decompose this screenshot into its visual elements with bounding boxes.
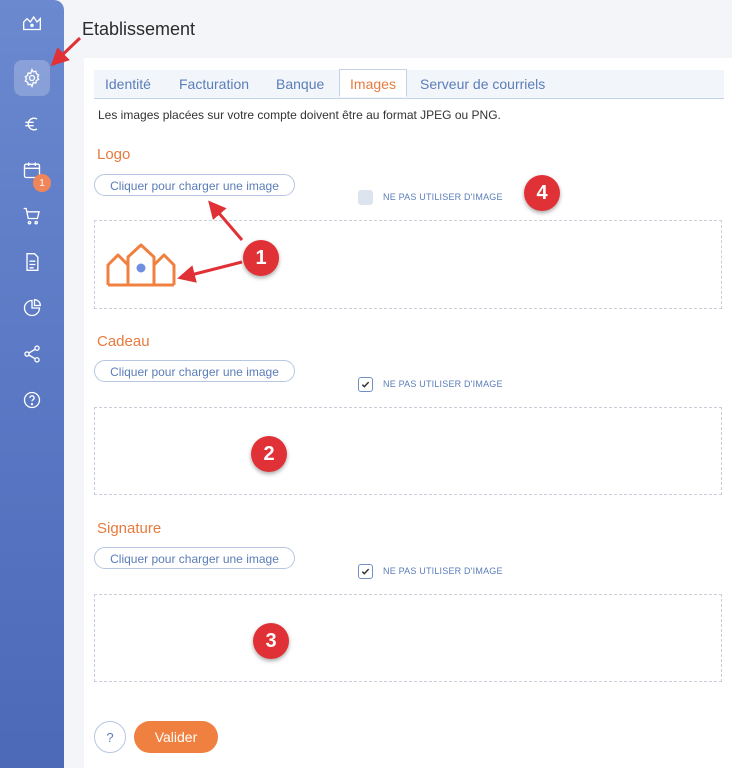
- logo-preview-icon: [106, 243, 176, 287]
- signature-dropzone[interactable]: [94, 594, 722, 682]
- logo-no-image-option[interactable]: NE PAS UTILISER D'IMAGE: [358, 188, 503, 206]
- section-title-cadeau: Cadeau: [97, 333, 150, 350]
- euro-icon[interactable]: [14, 106, 50, 142]
- help-button[interactable]: ?: [94, 721, 126, 753]
- share-icon[interactable]: [14, 336, 50, 372]
- calendar-badge: 1: [33, 174, 51, 192]
- check-icon: [361, 381, 370, 388]
- signature-upload-button[interactable]: Cliquer pour charger une image: [94, 547, 295, 569]
- logo-upload-button[interactable]: Cliquer pour charger une image: [94, 174, 295, 196]
- annotation-marker-1: 1: [243, 240, 279, 276]
- document-icon[interactable]: [14, 244, 50, 280]
- section-title-logo: Logo: [97, 146, 131, 163]
- section-title-signature: Signature: [97, 520, 162, 537]
- cadeau-no-image-option[interactable]: NE PAS UTILISER D'IMAGE: [358, 375, 503, 393]
- logo-no-image-checkbox[interactable]: [358, 189, 373, 205]
- annotation-marker-2: 2: [251, 436, 287, 472]
- annotation-marker-4: 4: [524, 175, 560, 211]
- page-title: Etablissement: [82, 19, 196, 39]
- check-icon: [361, 568, 370, 575]
- main-panel: Identité Facturation Banque Images Serve…: [84, 58, 732, 768]
- tab-facturation[interactable]: Facturation: [179, 70, 249, 98]
- tab-images[interactable]: Images: [339, 69, 407, 97]
- signature-no-image-checkbox[interactable]: [358, 563, 373, 579]
- format-notice: Les images placées sur votre compte doiv…: [98, 108, 501, 122]
- tab-identite[interactable]: Identité: [105, 70, 151, 98]
- pie-chart-icon[interactable]: [14, 290, 50, 326]
- logo-no-image-label: NE PAS UTILISER D'IMAGE: [383, 192, 503, 202]
- valider-button[interactable]: Valider: [134, 721, 218, 753]
- tab-serveur-courriels[interactable]: Serveur de courriels: [420, 70, 545, 98]
- sidebar: 1: [0, 0, 64, 768]
- help-icon[interactable]: [14, 382, 50, 418]
- logo-dropzone[interactable]: [94, 220, 722, 309]
- cart-icon[interactable]: [14, 198, 50, 234]
- cadeau-dropzone[interactable]: [94, 407, 722, 495]
- gear-icon[interactable]: [14, 60, 50, 96]
- home-icon[interactable]: [14, 4, 50, 40]
- annotation-marker-3: 3: [253, 623, 289, 659]
- tab-banque[interactable]: Banque: [276, 70, 324, 98]
- tab-bar: Identité Facturation Banque Images Serve…: [94, 69, 724, 99]
- cadeau-no-image-label: NE PAS UTILISER D'IMAGE: [383, 379, 503, 389]
- signature-no-image-label: NE PAS UTILISER D'IMAGE: [383, 566, 503, 576]
- signature-no-image-option[interactable]: NE PAS UTILISER D'IMAGE: [358, 562, 503, 580]
- cadeau-no-image-checkbox[interactable]: [358, 376, 373, 392]
- cadeau-upload-button[interactable]: Cliquer pour charger une image: [94, 360, 295, 382]
